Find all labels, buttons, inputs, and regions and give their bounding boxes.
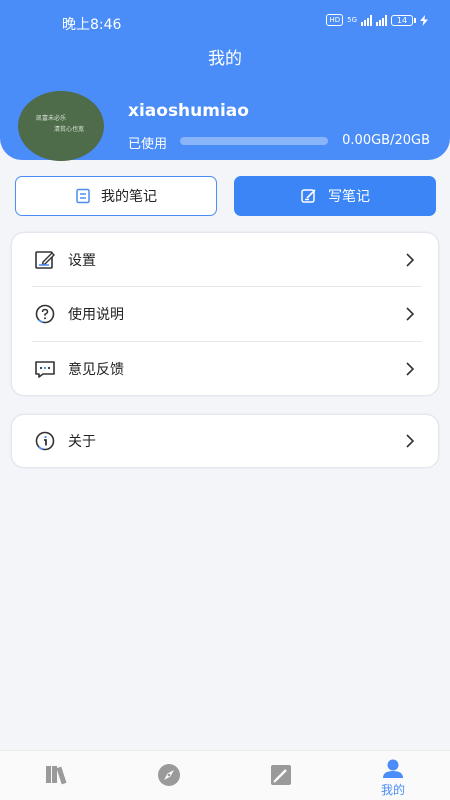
note-list-icon xyxy=(76,188,90,204)
feedback-chat-icon xyxy=(35,361,55,378)
network-label: 5G xyxy=(347,16,357,24)
tab-profile-label: 我的 xyxy=(380,783,405,797)
menu-item-about[interactable]: 关于 xyxy=(12,414,438,468)
profile-icon xyxy=(383,759,403,778)
tab-discover[interactable] xyxy=(112,751,224,800)
avatar[interactable]: 凯富未必乐 清贫心也宽 xyxy=(18,91,104,161)
write-note-label: 写笔记 xyxy=(328,189,370,205)
about-card: 关于 xyxy=(12,415,438,467)
storage-progress-bar xyxy=(180,137,328,145)
username: xiaoshumiao xyxy=(128,101,249,121)
status-time: 晚上8:46 xyxy=(62,17,122,33)
battery-icon: 14 xyxy=(391,14,416,26)
signal-icon xyxy=(361,14,372,26)
help-circle-icon xyxy=(35,304,55,324)
status-icons: HD 5G 14 xyxy=(326,14,428,26)
tab-notes[interactable] xyxy=(225,751,337,800)
write-note-button[interactable]: 写笔记 xyxy=(234,176,436,216)
menu-item-instructions-label: 使用说明 xyxy=(68,307,124,323)
avatar-text-1: 凯富未必乐 xyxy=(36,115,67,122)
battery-level: 14 xyxy=(391,14,413,26)
charging-icon xyxy=(420,14,428,26)
chevron-right-icon xyxy=(406,253,415,267)
info-icon xyxy=(35,431,55,451)
hd-badge: HD xyxy=(326,14,344,26)
chevron-right-icon xyxy=(406,362,415,376)
edit-square-icon xyxy=(35,251,55,269)
chevron-right-icon xyxy=(406,434,415,448)
chevron-right-icon xyxy=(406,307,415,321)
tab-profile[interactable]: 我的 xyxy=(337,751,449,800)
my-notes-label: 我的笔记 xyxy=(101,189,157,205)
page-title: 我的 xyxy=(208,49,242,69)
storage-value: 0.00GB/20GB xyxy=(342,133,430,148)
note-pen-icon xyxy=(271,765,291,785)
settings-menu-card: 设置 使用说明 意见反馈 xyxy=(12,233,438,395)
menu-item-feedback-label: 意见反馈 xyxy=(68,362,124,378)
menu-item-feedback[interactable]: 意见反馈 xyxy=(12,342,438,396)
avatar-text-2: 清贫心也宽 xyxy=(54,126,85,133)
menu-item-about-label: 关于 xyxy=(68,434,96,450)
signal-icon-2 xyxy=(376,14,387,26)
bookshelf-icon xyxy=(46,766,67,785)
bottom-tab-bar: 我的 xyxy=(0,750,450,800)
menu-item-instructions[interactable]: 使用说明 xyxy=(12,287,438,341)
tab-bookshelf[interactable] xyxy=(0,751,112,800)
storage-used-label: 已使用 xyxy=(128,137,168,152)
profile-header: 晚上8:46 HD 5G 14 我的 凯富未必乐 清贫心也宽 xiaoshumi… xyxy=(0,0,450,161)
status-bar: 晚上8:46 HD 5G 14 xyxy=(0,0,450,44)
menu-item-settings[interactable]: 设置 xyxy=(12,233,438,287)
menu-item-settings-label: 设置 xyxy=(68,253,96,269)
my-notes-button[interactable]: 我的笔记 xyxy=(15,176,217,216)
write-icon xyxy=(301,189,316,203)
compass-icon xyxy=(158,764,180,786)
